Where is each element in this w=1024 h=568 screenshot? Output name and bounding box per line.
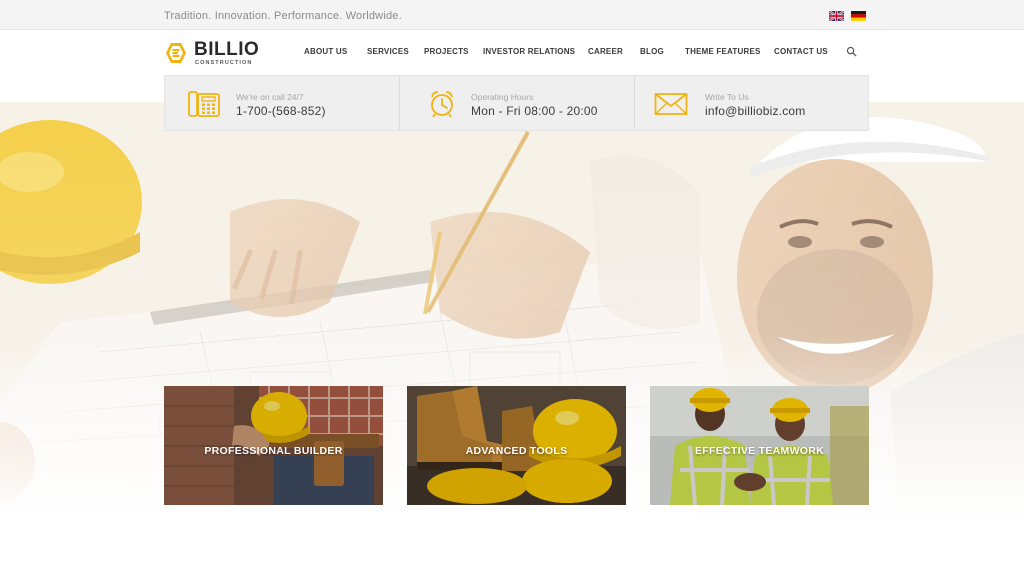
- info-hours: Operating Hours Mon - Fri 08:00 - 20:00: [400, 76, 634, 130]
- envelope-icon: [654, 93, 688, 115]
- uk-flag-icon[interactable]: [829, 11, 844, 21]
- info-hours-label: Operating Hours: [471, 92, 534, 102]
- contact-info-bar: We're on call 24/7 1-700-(568-852) Opera…: [164, 75, 869, 131]
- nav-contact-us[interactable]: CONTACT US: [774, 47, 828, 56]
- phone-icon: [188, 91, 220, 117]
- info-email-label: Write To Us: [705, 92, 749, 102]
- nav-projects[interactable]: PROJECTS: [424, 47, 469, 56]
- feature-card-advanced-tools[interactable]: ADVANCED TOOLS: [407, 386, 626, 505]
- feature-label: EFFECTIVE TEAMWORK: [694, 445, 825, 457]
- feature-label: PROFESSIONAL BUILDER: [204, 445, 343, 457]
- nav-career[interactable]: CAREER: [588, 47, 623, 56]
- info-phone-label: We're on call 24/7: [236, 92, 304, 102]
- germany-flag-icon[interactable]: [851, 11, 866, 21]
- nav-about-us[interactable]: ABOUT US: [304, 47, 347, 56]
- search-icon[interactable]: [846, 46, 857, 57]
- info-hours-value: Mon - Fri 08:00 - 20:00: [471, 104, 598, 118]
- tagline: Tradition. Innovation. Performance. Worl…: [164, 10, 402, 22]
- top-bar: Tradition. Innovation. Performance. Worl…: [0, 0, 1024, 30]
- main-nav: ABOUT US SERVICES PROJECTS INVESTOR RELA…: [0, 46, 1024, 61]
- info-email: Write To Us info@billiobiz.com: [635, 76, 869, 130]
- info-phone: We're on call 24/7 1-700-(568-852): [165, 76, 399, 130]
- feature-label: ADVANCED TOOLS: [465, 445, 568, 457]
- feature-card-effective-teamwork[interactable]: EFFECTIVE TEAMWORK: [650, 386, 869, 505]
- nav-investor-relations[interactable]: INVESTOR RELATIONS: [483, 47, 575, 56]
- alarm-clock-icon: [431, 91, 453, 118]
- nav-blog[interactable]: BLOG: [640, 47, 664, 56]
- feature-card-professional-builder[interactable]: PROFESSIONAL BUILDER: [164, 386, 383, 505]
- info-email-value[interactable]: info@billiobiz.com: [705, 104, 806, 118]
- nav-theme-features[interactable]: THEME FEATURES: [685, 47, 761, 56]
- nav-services[interactable]: SERVICES: [367, 47, 409, 56]
- info-phone-value[interactable]: 1-700-(568-852): [236, 104, 326, 118]
